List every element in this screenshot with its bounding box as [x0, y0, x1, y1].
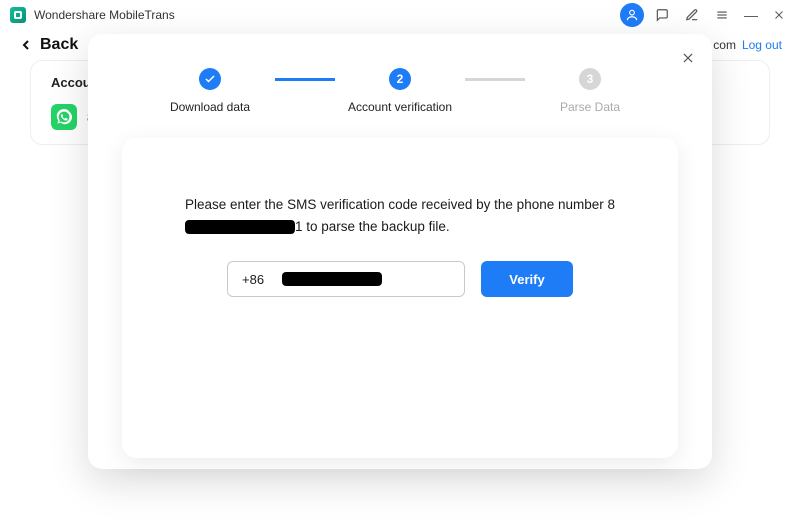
step-dot-active: 2 [389, 68, 411, 90]
verify-button[interactable]: Verify [481, 261, 573, 297]
modal-close-icon[interactable] [678, 48, 698, 68]
instruction-post: 1 to parse the backup file. [295, 219, 450, 234]
verification-card: Please enter the SMS verification code r… [122, 138, 678, 458]
step-label: Account verification [348, 100, 452, 114]
redacted-phone [185, 220, 295, 234]
modal-backdrop: Download data 2 Account verification 3 P… [0, 0, 800, 521]
step-account-verification: 2 Account verification [335, 68, 465, 114]
step-label: Parse Data [560, 100, 620, 114]
verify-row: +86 Verify [168, 261, 632, 297]
step-dot-done [199, 68, 221, 90]
country-code: +86 [242, 272, 264, 287]
step-dot-pending: 3 [579, 68, 601, 90]
step-label: Download data [170, 100, 250, 114]
instruction-text: Please enter the SMS verification code r… [185, 194, 615, 237]
verification-modal: Download data 2 Account verification 3 P… [88, 34, 712, 469]
step-parse-data: 3 Parse Data [525, 68, 655, 114]
instruction-pre: Please enter the SMS verification code r… [185, 197, 615, 212]
stepper-line [275, 78, 335, 81]
phone-code-input[interactable]: +86 [227, 261, 465, 297]
stepper: Download data 2 Account verification 3 P… [122, 68, 678, 114]
step-download-data: Download data [145, 68, 275, 114]
stepper-line [465, 78, 525, 81]
redacted-input-value [282, 272, 382, 286]
